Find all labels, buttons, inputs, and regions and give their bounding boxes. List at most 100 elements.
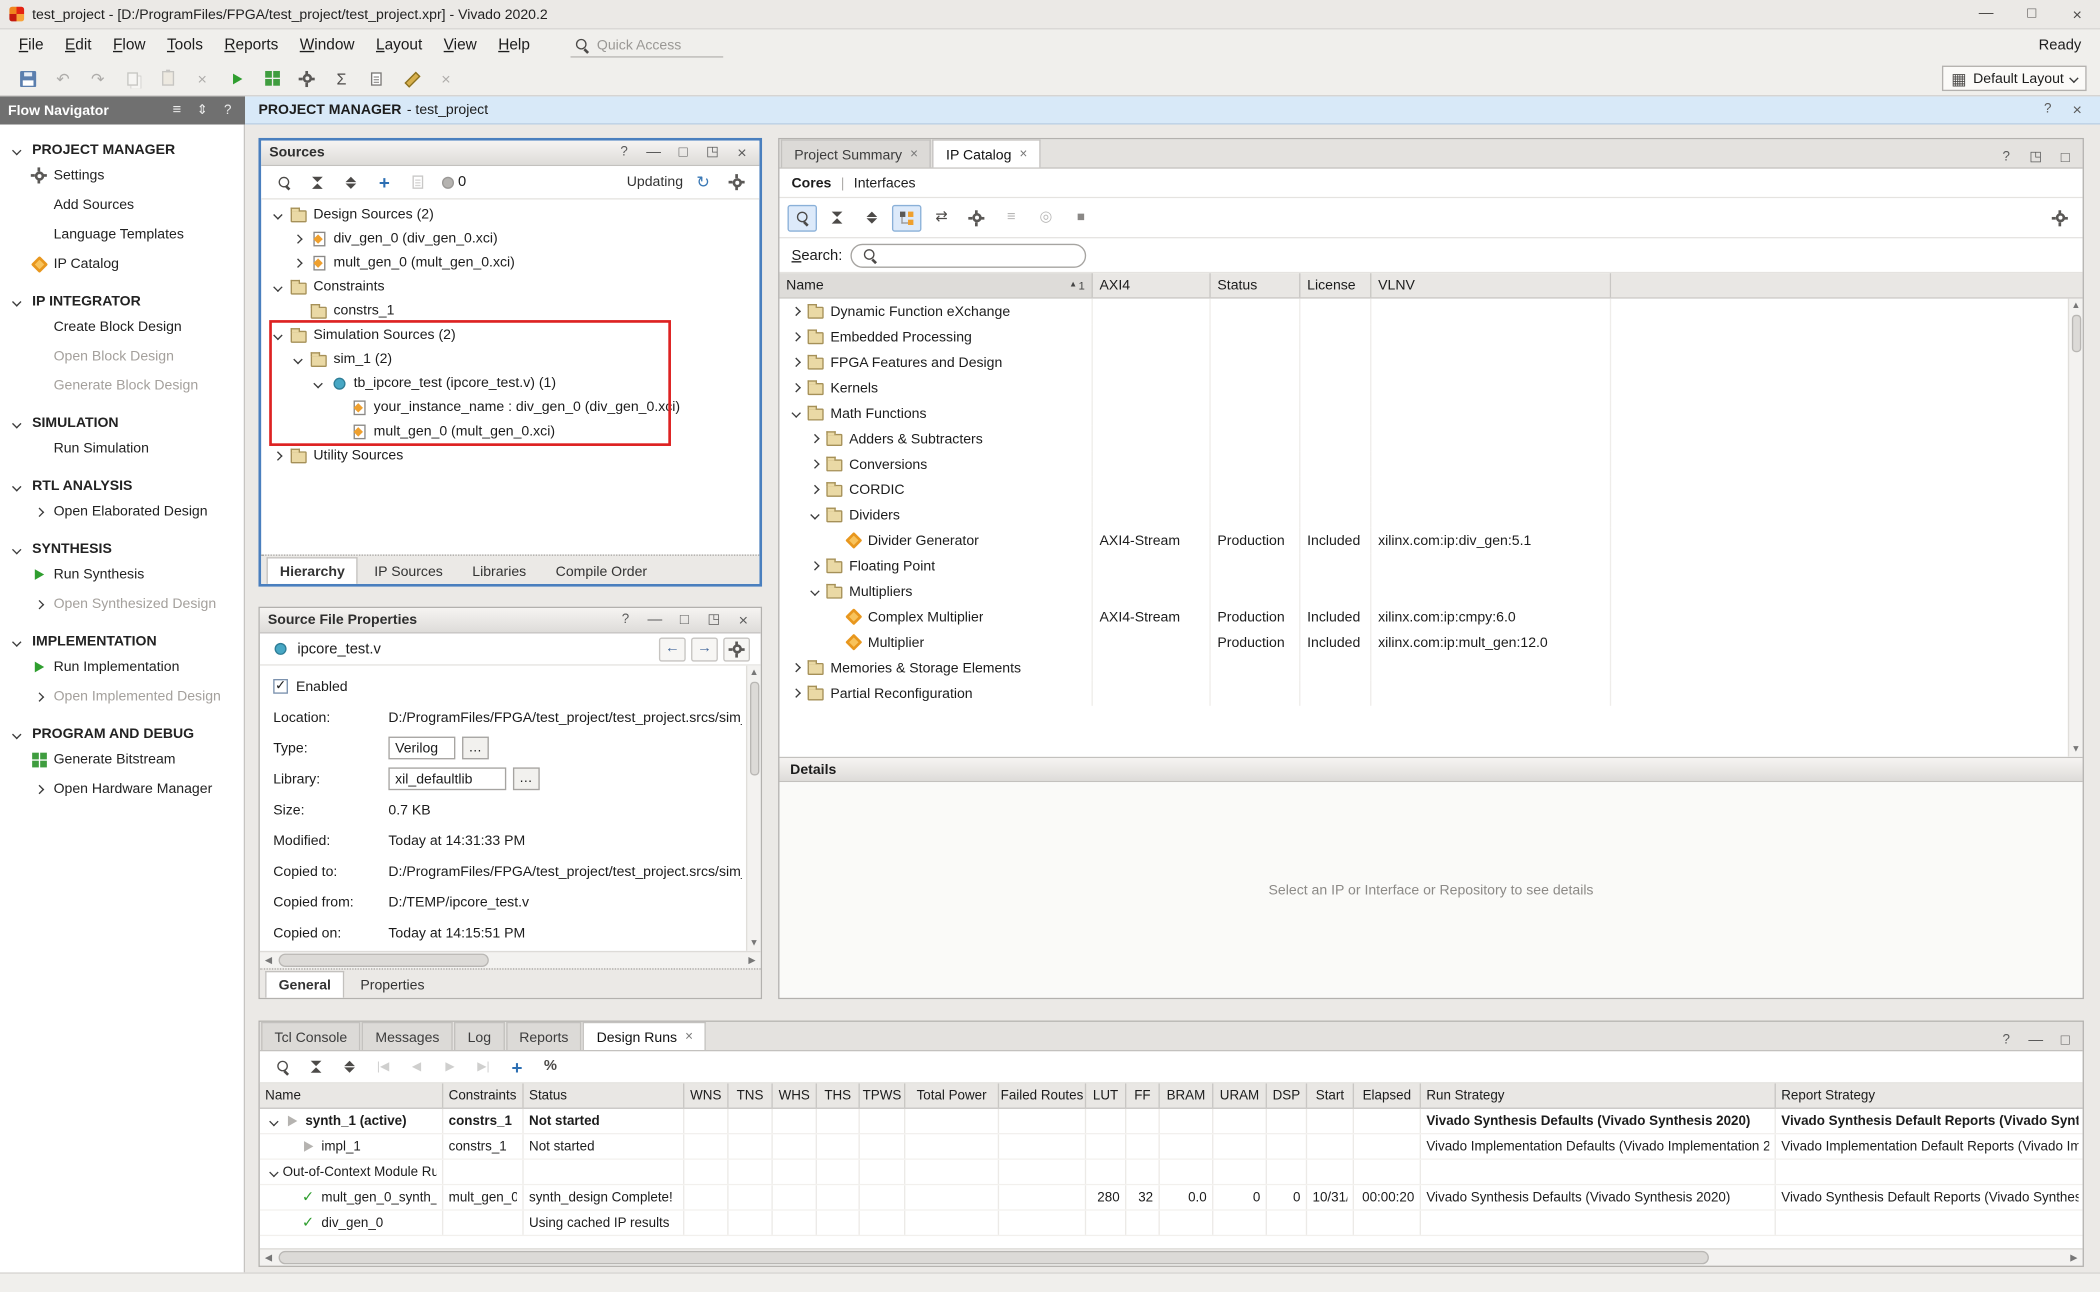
scroll-down-icon[interactable]: ▼ [747,936,761,951]
float-button[interactable]: ◳ [703,143,722,162]
menu-help[interactable]: Help [488,32,541,59]
chevron-right-icon[interactable] [806,461,823,468]
tab-compile-order[interactable]: Compile Order [542,557,660,584]
report-button[interactable] [362,65,391,92]
flow-item-run-implementation[interactable]: Run Implementation [0,652,244,681]
source-item-sim-1-2[interactable]: sim_1 (2) [261,347,759,371]
flow-item-generate-bitstream[interactable]: Generate Bitstream [0,745,244,774]
chevron-right-icon[interactable] [788,333,805,340]
tab-properties[interactable]: Properties [347,971,438,998]
source-item-mult-gen-0-mult-gen-0-xci[interactable]: mult_gen_0 (mult_gen_0.xci) [261,250,759,274]
column-header-whs[interactable]: WHS [773,1083,817,1107]
step-first-button[interactable]: |◀ [368,1053,397,1080]
column-header-ths[interactable]: THS [817,1083,860,1107]
scroll-up-icon[interactable]: ▲ [2069,299,2083,314]
minimize-button[interactable]: — [1963,0,2009,28]
flow-section-header-program-and-debug[interactable]: PROGRAM AND DEBUG [0,723,244,744]
run-button[interactable] [222,65,251,92]
column-header-name[interactable]: Name [260,1083,443,1107]
chevron-right-icon[interactable] [269,452,286,459]
maximize-button[interactable]: □ [674,143,693,162]
minimize-button[interactable]: — [2026,1031,2045,1050]
tab-project-summary[interactable]: Project Summary× [781,139,932,167]
scroll-right-icon[interactable]: ▶ [2065,1250,2082,1266]
delete-button[interactable]: × [188,65,217,92]
source-item-constrs-1[interactable]: constrs_1 [261,299,759,323]
redo-button[interactable]: ↷ [83,65,112,92]
flow-section-header-ip-integrator[interactable]: IP INTEGRATOR [0,291,244,312]
tab-close-icon[interactable]: × [685,1030,693,1045]
column-header-vlnv[interactable]: VLNV [1371,273,1611,297]
browse-button[interactable]: … [462,737,489,760]
column-header-wns[interactable]: WNS [684,1083,728,1107]
tab-hierarchy[interactable]: Hierarchy [267,557,359,584]
property-input-type[interactable]: Verilog [388,737,455,760]
tab-design-runs[interactable]: Design Runs× [583,1022,706,1050]
column-header-ff[interactable]: FF [1126,1083,1159,1107]
catalog-row-cordic[interactable]: CORDIC [779,477,2082,502]
scroll-thumb[interactable] [749,682,758,776]
settings-button[interactable] [292,65,321,92]
search-button[interactable] [788,204,817,231]
source-item-your-instance-name-div-gen-0-div-gen-0-xci[interactable]: your_instance_name : div_gen_0 (div_gen_… [261,395,759,419]
column-header-name[interactable]: Name▲1 [779,273,1092,297]
catalog-row-embedded-processing[interactable]: Embedded Processing [779,324,2082,349]
catalog-row-dynamic-function-exchange[interactable]: Dynamic Function eXchange [779,299,2082,324]
menu-flow[interactable]: Flow [102,32,156,59]
sum-button[interactable]: Σ [327,65,356,92]
maximize-button[interactable]: □ [2056,1031,2075,1050]
chevron-right-icon[interactable] [788,690,805,697]
tab-libraries[interactable]: Libraries [459,557,540,584]
file-button[interactable] [403,169,432,196]
quick-access-search[interactable]: Quick Access [570,34,723,57]
close-button[interactable]: × [733,143,752,162]
collapse-all-button[interactable] [301,1053,330,1080]
expand-all-button[interactable] [336,169,365,196]
scroll-left-icon[interactable]: ◀ [260,952,277,968]
flow-item-open-hardware-manager[interactable]: Open Hardware Manager [0,774,244,803]
menu-reports[interactable]: Reports [214,32,289,59]
expand-all-button[interactable] [857,204,886,231]
help-button[interactable]: ? [218,101,237,120]
help-button[interactable]: ? [1997,149,2016,168]
column-header-tpws[interactable]: TPWS [860,1083,906,1107]
settings-button[interactable] [2045,204,2074,231]
column-header-report-strategy[interactable]: Report Strategy [1776,1083,2084,1107]
catalog-row-divider-generator[interactable]: Divider GeneratorAXI4-StreamProductionIn… [779,528,2082,553]
tab-close-icon[interactable]: × [1019,147,1027,162]
column-header-tns[interactable]: TNS [729,1083,773,1107]
flow-item-settings[interactable]: Settings [0,161,244,190]
float-button[interactable]: ◳ [704,611,723,630]
square-button[interactable]: ■ [1066,204,1095,231]
help-button[interactable]: ? [1997,1031,2016,1050]
chevron-right-icon[interactable] [788,384,805,391]
collapse-all-button[interactable] [822,204,851,231]
source-item-tb-ipcore-test-ipcore-test-v-1[interactable]: tb_ipcore_test (ipcore_test.v) (1) [261,371,759,395]
run-row-out-of-context-module-runs[interactable]: Out-of-Context Module Runs [260,1160,2083,1185]
maximize-button[interactable]: □ [2056,149,2075,168]
properties-panel-header[interactable]: Source File Properties ?—□◳× [260,608,761,633]
column-header-failed-routes[interactable]: Failed Routes [999,1083,1086,1107]
source-item-design-sources-2[interactable]: Design Sources (2) [261,202,759,226]
menu-window[interactable]: Window [289,32,365,59]
tab-messages[interactable]: Messages [362,1022,453,1050]
paste-button[interactable] [153,65,182,92]
resize-button[interactable]: ⇕ [193,101,212,120]
collapse-all-button[interactable] [303,169,332,196]
step-forward-button[interactable]: ▶| [469,1053,498,1080]
chevron-down-icon[interactable] [265,1169,282,1176]
chevron-down-icon[interactable] [265,1118,282,1125]
source-item-utility-sources[interactable]: Utility Sources [261,443,759,467]
hierarchy-button[interactable] [892,204,921,231]
run-arrow-button[interactable]: ▶ [435,1053,464,1080]
sources-panel-header[interactable]: Sources ?—□◳× [261,141,759,166]
save-button[interactable] [13,65,42,92]
expand-all-button[interactable] [335,1053,364,1080]
source-item-constraints[interactable]: Constraints [261,275,759,299]
browse-button[interactable]: … [512,767,539,790]
flow-item-open-elaborated-design[interactable]: Open Elaborated Design [0,497,244,526]
help-button[interactable]: ? [616,611,635,630]
cancel-button[interactable]: × [431,65,460,92]
target-button[interactable]: ◎ [1031,204,1060,231]
chevron-down-icon[interactable] [806,588,823,595]
